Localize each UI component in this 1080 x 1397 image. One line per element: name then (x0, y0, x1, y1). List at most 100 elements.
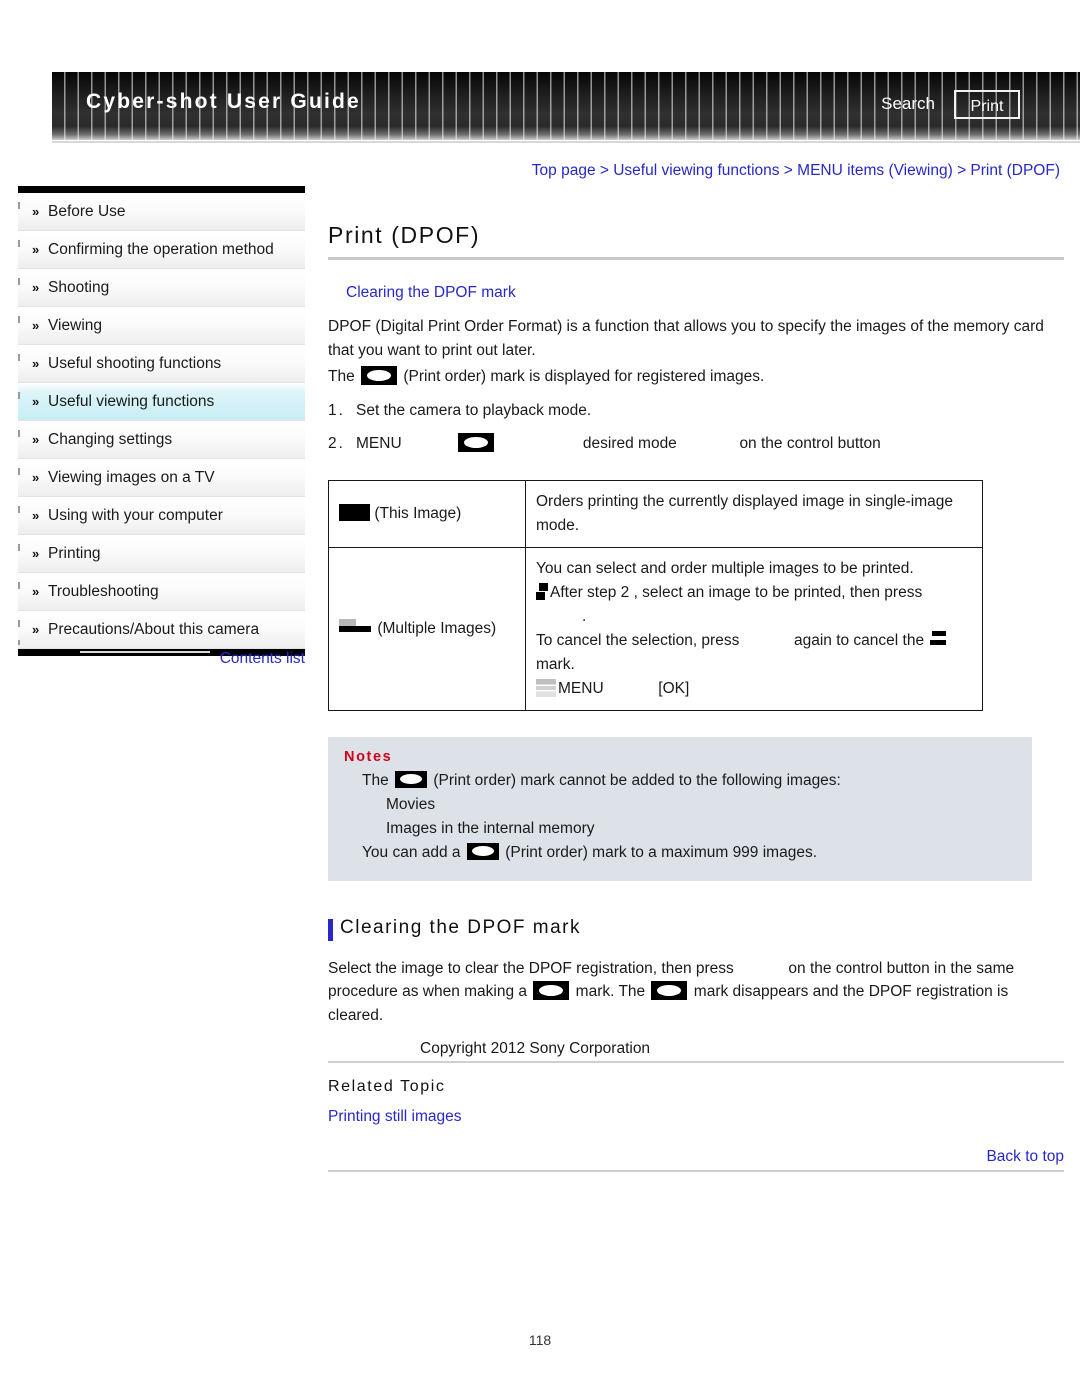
sidebar-tick-icon (18, 316, 20, 323)
desc-line-2-text: After step 2 , select an image to be pri… (550, 583, 923, 601)
desc-line-2: After step 2 , select an image to be pri… (536, 581, 972, 629)
step-number: 2. (328, 435, 345, 452)
table-row: (Multiple Images) You can select and ord… (328, 546, 983, 711)
sidebar-item-precautions-about-this-camera[interactable]: » Precautions/About this camera (18, 611, 305, 649)
print-order-mark-icon (458, 433, 495, 452)
sidebar-item-troubleshooting[interactable]: » Troubleshooting (18, 573, 305, 611)
step-2: 2. MENU desired mode on the control butt… (328, 432, 1064, 456)
sidebar-item-confirming-the-operation-method[interactable]: » Confirming the operation method (18, 231, 305, 269)
page-number: 118 (528, 1332, 552, 1348)
desc-line-3-a: To cancel the selection, press (536, 631, 740, 649)
clearing-text-c: mark. The (575, 983, 646, 1000)
sidebar-item-changing-settings[interactable]: » Changing settings (18, 421, 305, 459)
sidebar-item-viewing-images-on-a-tv[interactable]: » Viewing images on a TV (18, 459, 305, 497)
ghost-arrow-icon (536, 678, 556, 697)
sidebar-item-label: Before Use (48, 203, 126, 220)
notes-title: Notes (344, 748, 393, 765)
note-line-1-suffix: (Print order) mark cannot be added to th… (433, 771, 841, 789)
sidebar-item-label: Viewing images on a TV (48, 469, 215, 486)
desc-line-4: MENU [OK] (536, 677, 972, 701)
print-order-mark-icon (361, 366, 398, 385)
intro-paragraph: DPOF (Digital Print Order Format) is a f… (328, 318, 1044, 359)
clearing-dpof-mark-heading: Clearing the DPOF mark (340, 916, 582, 938)
steps-list: 1. Set the camera to playback mode. 2. M… (328, 399, 1064, 456)
footer-divider (328, 1170, 1064, 1172)
main-content: Print (DPOF) Clearing the DPOF mark DPOF… (328, 222, 1064, 1172)
desc-line-2-end: . (582, 607, 587, 625)
this-image-icon (339, 503, 370, 521)
site-title: Cyber-shot User Guide (86, 90, 361, 113)
related-topic-link[interactable]: Printing still images (328, 1108, 1064, 1126)
step-control-button-label: on the control button (739, 435, 881, 452)
note-line-1-prefix: The (362, 771, 389, 789)
chevron-right-icon: » (32, 432, 40, 447)
print-order-mark-icon (651, 981, 688, 1000)
step-menu-label: MENU (356, 435, 402, 452)
contents-list-link[interactable]: Contents list (18, 650, 305, 668)
step-number: 1. (328, 401, 345, 419)
sidebar-tick-icon (18, 240, 20, 247)
table-cell-description: You can select and order multiple images… (525, 546, 983, 711)
print-order-mark-icon (395, 770, 428, 788)
search-link[interactable]: Search (881, 94, 935, 114)
notes-box: Notes The (Print order) mark cannot be a… (328, 736, 1032, 881)
desc-line-4-menu: MENU (558, 679, 604, 697)
contents-tick-icon (18, 640, 20, 645)
cancel-mark-icon (930, 630, 949, 649)
sidebar-item-label: Useful viewing functions (48, 393, 215, 410)
sidebar-tick-icon (18, 582, 20, 589)
desc-line-3-c: mark. (536, 655, 575, 673)
chevron-right-icon: » (32, 470, 40, 485)
note-line-2-prefix: You can add a (362, 843, 461, 861)
sidebar-tick-icon (18, 278, 20, 285)
sidebar-item-useful-viewing-functions[interactable]: » Useful viewing functions (18, 383, 305, 421)
chevron-right-icon: » (32, 508, 40, 523)
copyright-text: Copyright 2012 Sony Corporation (420, 1040, 651, 1057)
note-bullet-movies: Movies (386, 795, 436, 813)
step-1: 1. Set the camera to playback mode. (328, 399, 1064, 423)
sidebar-item-label: Confirming the operation method (48, 241, 274, 258)
sidebar-item-shooting[interactable]: » Shooting (18, 269, 305, 307)
dpof-modes-table: (This Image) Orders printing the current… (328, 479, 983, 711)
table-row: (This Image) Orders printing the current… (328, 479, 983, 548)
header-divider (52, 141, 1080, 143)
sidebar-nav: » Before Use » Confirming the operation … (18, 186, 305, 656)
breadcrumb[interactable]: Top page > Useful viewing functions > ME… (532, 162, 1060, 180)
sidebar-tick-icon (18, 468, 20, 475)
sidebar-item-label: Changing settings (48, 431, 173, 448)
sidebar-item-printing[interactable]: » Printing (18, 535, 305, 573)
section-accent-bar (328, 918, 333, 941)
desc-line-3: To cancel the selection, press again to … (536, 629, 972, 677)
note-line-1: The (Print order) mark cannot be added t… (362, 769, 1016, 793)
sidebar-item-label: Using with your computer (48, 507, 223, 524)
print-button[interactable]: Print (954, 90, 1020, 119)
clearing-text-a: Select the image to clear the DPOF regis… (328, 959, 734, 977)
sidebar-item-label: Useful shooting functions (48, 355, 222, 372)
sidebar-item-label: Shooting (48, 279, 110, 296)
sidebar-item-before-use[interactable]: » Before Use (18, 193, 305, 231)
back-to-top-link[interactable]: Back to top (328, 1148, 1064, 1166)
table-mode-label: (Multiple Images) (377, 619, 497, 637)
sidebar-item-viewing[interactable]: » Viewing (18, 307, 305, 345)
sidebar-tick-icon (18, 202, 20, 209)
header-banner: Cyber-shot User Guide Search Print (52, 72, 1080, 140)
chevron-right-icon: » (32, 204, 40, 219)
table-cell-mode: (This Image) (328, 479, 526, 548)
related-divider (328, 1061, 1064, 1063)
sidebar-tick-icon (18, 392, 20, 399)
sidebar-item-useful-shooting-functions[interactable]: » Useful shooting functions (18, 345, 305, 383)
sidebar-item-label: Viewing (48, 317, 103, 334)
chevron-right-icon: » (32, 546, 40, 561)
chevron-right-icon: » (32, 622, 40, 637)
chevron-right-icon: » (32, 356, 40, 371)
anchor-link-clearing-dpof-mark[interactable]: Clearing the DPOF mark (346, 284, 1064, 302)
chevron-right-icon: » (32, 394, 40, 409)
clearing-paragraph: Select the image to clear the DPOF regis… (328, 957, 1064, 1028)
chevron-right-icon: » (32, 242, 40, 257)
chevron-right-icon: » (32, 280, 40, 295)
step-text: Set the camera to playback mode. (356, 401, 592, 419)
sidebar-tick-icon (18, 620, 20, 627)
sidebar-item-label: Printing (48, 545, 101, 562)
sidebar-item-using-with-your-computer[interactable]: » Using with your computer (18, 497, 305, 535)
sidebar-tick-icon (18, 430, 20, 437)
